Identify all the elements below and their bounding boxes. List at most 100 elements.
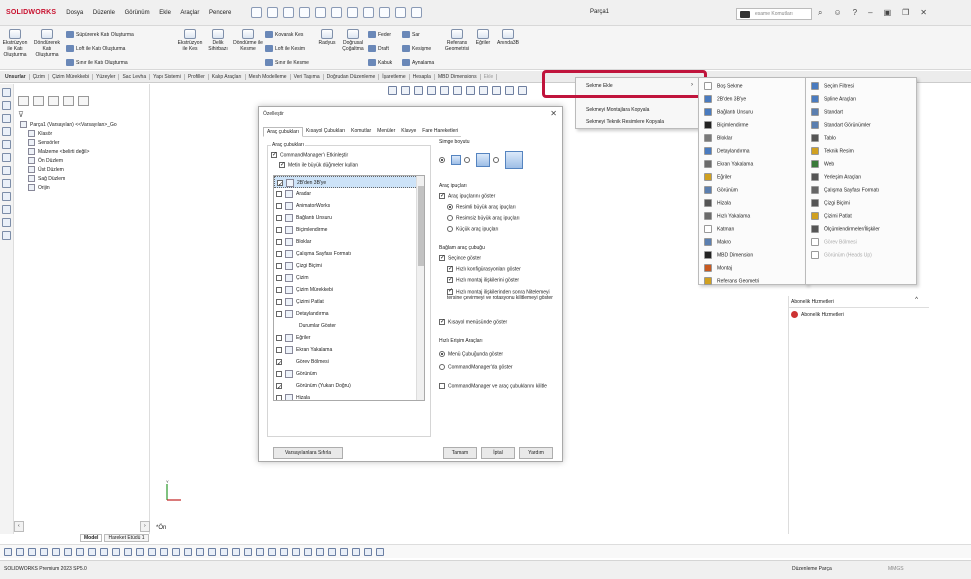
submenu-item[interactable]: Web bbox=[811, 160, 834, 168]
restore-icon[interactable]: ❐ bbox=[902, 8, 909, 18]
search-commands-input[interactable]: esame Komutları bbox=[736, 8, 812, 20]
submenu-item[interactable]: Makro bbox=[704, 238, 731, 246]
open-icon[interactable] bbox=[283, 7, 295, 18]
checkbox[interactable] bbox=[439, 192, 445, 199]
close-icon[interactable]: ✕ bbox=[920, 8, 927, 18]
help-button[interactable]: Yardım bbox=[519, 447, 553, 459]
submenu-item[interactable]: Standart bbox=[811, 108, 843, 116]
submenu-item[interactable]: Spline Araçları bbox=[811, 95, 856, 103]
sketch-tool-icon[interactable] bbox=[208, 547, 216, 556]
display-manager-icon[interactable] bbox=[78, 96, 89, 106]
tab-veri-tasima[interactable]: Veri Taşıma bbox=[291, 73, 324, 80]
tab-commands[interactable]: Komutlar bbox=[348, 127, 375, 137]
submenu-item[interactable]: Çalışma Sayfası Formatı bbox=[811, 186, 879, 194]
sketch-tool-icon[interactable] bbox=[364, 547, 372, 556]
toolbar-row[interactable]: Çizgi Biçimi bbox=[274, 260, 424, 272]
view-settings-icon[interactable] bbox=[505, 86, 514, 95]
view-orientation-icon[interactable] bbox=[440, 86, 449, 95]
tab-cizim-murekkebi[interactable]: Çizim Mürekkebi bbox=[49, 73, 94, 80]
sketch-tool-icon[interactable] bbox=[76, 547, 84, 556]
sketch-tool-icon[interactable] bbox=[304, 547, 312, 556]
scroll-thumb[interactable] bbox=[418, 186, 424, 266]
collapse-icon[interactable]: ^ bbox=[915, 297, 918, 303]
toolbar-row[interactable]: Görünüm (Yukarı Doğru) bbox=[274, 380, 424, 394]
submenu-item[interactable]: Seçim Filtresi bbox=[811, 82, 854, 90]
cancel-button[interactable]: İptal bbox=[481, 447, 515, 459]
submenu-item[interactable]: Katman bbox=[704, 225, 734, 233]
checkbox[interactable] bbox=[276, 238, 282, 245]
loft-cut-button[interactable]: Loft ile Kesim bbox=[265, 45, 305, 52]
sketch-tool-icon[interactable] bbox=[184, 547, 192, 556]
rib-button[interactable]: Feder bbox=[368, 31, 391, 38]
panel-icon[interactable] bbox=[2, 179, 11, 188]
menu-duzenle[interactable]: Düzenle bbox=[93, 10, 115, 16]
checkbox[interactable] bbox=[276, 214, 282, 221]
tree-item[interactable]: Ön Düzlem bbox=[20, 157, 149, 166]
tab-yapi-sistemi[interactable]: Yapı Sistemi bbox=[150, 73, 185, 80]
toolbar-row[interactable]: Çalışma Sayfası Formatı bbox=[274, 248, 424, 260]
radio[interactable] bbox=[447, 204, 453, 210]
submenu-item[interactable]: Standart Görünümler bbox=[811, 121, 871, 129]
tab-profiller[interactable]: Profiller bbox=[185, 73, 209, 80]
redo-icon[interactable] bbox=[347, 7, 359, 18]
tab-ekle[interactable]: Ekle bbox=[481, 73, 498, 80]
new-document-icon[interactable] bbox=[267, 7, 279, 18]
minimize-icon[interactable]: – bbox=[868, 8, 872, 18]
sketch-tool-icon[interactable] bbox=[268, 547, 276, 556]
sketch-tool-icon[interactable] bbox=[136, 547, 144, 556]
toolbar-row[interactable]: Çizimi Patlat bbox=[274, 296, 424, 308]
checkbox[interactable] bbox=[276, 382, 282, 394]
submenu-item[interactable]: Detaylandırma bbox=[704, 147, 750, 155]
large-buttons-checkbox[interactable]: Metin ile büyük düğmeler kullan bbox=[279, 161, 358, 168]
large-tooltips-noimg-radio[interactable]: Resimsiz büyük araç ipuçları bbox=[447, 215, 520, 221]
checkbox[interactable] bbox=[276, 250, 282, 257]
show-on-selection-checkbox[interactable]: Seçince göster bbox=[439, 254, 481, 261]
mates-transparency-checkbox[interactable]: Hızlı montaj ilişkilerinden sonra Nitele… bbox=[447, 288, 557, 301]
checkbox[interactable] bbox=[439, 254, 445, 261]
toolbar-row[interactable]: Biçimlendirme bbox=[274, 224, 424, 236]
display-style-icon[interactable] bbox=[453, 86, 462, 95]
sketch-tool-icon[interactable] bbox=[160, 547, 168, 556]
save-icon[interactable] bbox=[299, 7, 311, 18]
toolbar-row[interactable]: Bağlantı Unsuru bbox=[274, 212, 424, 224]
checkbox[interactable] bbox=[276, 274, 282, 281]
configuration-manager-icon[interactable] bbox=[48, 96, 59, 106]
menu-pencere[interactable]: Pencere bbox=[209, 10, 231, 16]
toolbar-row[interactable]: Ekran Yakalama bbox=[274, 344, 424, 356]
intersect-button[interactable]: Kesişme bbox=[402, 45, 431, 52]
toolbar-row[interactable]: Görünüm bbox=[274, 368, 424, 380]
revolve-cut-button[interactable]: Döndürme ile Kesme bbox=[233, 29, 263, 52]
ok-button[interactable]: Tamam bbox=[443, 447, 477, 459]
tab-mesh-modelleme[interactable]: Mesh Modelleme bbox=[246, 73, 291, 80]
draft-button[interactable]: Draft bbox=[368, 45, 389, 52]
toolbar-row[interactable]: Eğriler bbox=[274, 332, 424, 344]
submenu-item[interactable]: Hızlı Yakalama bbox=[704, 212, 750, 220]
large-tooltips-radio[interactable]: Resimli büyük araç ipuçları bbox=[447, 204, 516, 210]
tab-toolbars[interactable]: Araç çubukları bbox=[263, 127, 303, 137]
search-scope-icon[interactable] bbox=[740, 11, 750, 18]
tree-item[interactable]: Sensörler bbox=[20, 139, 149, 148]
rebuild-icon[interactable] bbox=[379, 7, 391, 18]
shell-button[interactable]: Kabuk bbox=[368, 59, 392, 66]
sketch-tool-icon[interactable] bbox=[340, 547, 348, 556]
toolbar-row[interactable]: AnimatorWorks bbox=[274, 200, 424, 212]
tab-sac-levha[interactable]: Sac Levha bbox=[119, 73, 151, 80]
submenu-item[interactable]: Bloklar bbox=[704, 134, 732, 142]
panel-icon[interactable] bbox=[2, 192, 11, 201]
unit-system-selector[interactable]: MMGS bbox=[888, 566, 904, 572]
checkbox[interactable] bbox=[276, 202, 282, 209]
boundary-cut-button[interactable]: Sınır ile Kesme bbox=[265, 59, 309, 66]
swept-cut-button[interactable]: Kovarak Kes bbox=[265, 31, 303, 38]
tree-root[interactable]: Parça1 (Varsayılan) <<Varsayılan>_Go bbox=[20, 121, 149, 130]
tree-item[interactable]: Üst Düzlem bbox=[20, 166, 149, 175]
edit-appearance-icon[interactable] bbox=[479, 86, 488, 95]
checkbox[interactable] bbox=[271, 151, 277, 158]
menu-copy-to-assemblies[interactable]: Sekmeyi Montajlara Kopyala bbox=[586, 107, 649, 113]
small-tooltips-radio[interactable]: Küçük araç ipuçları bbox=[447, 226, 499, 232]
sketch-tool-icon[interactable] bbox=[88, 547, 96, 556]
reset-defaults-button[interactable]: Varsayılanlara Sıfırla bbox=[273, 447, 343, 459]
icon-size-small-radio[interactable] bbox=[439, 157, 445, 163]
toolbar-row[interactable]: Hizala bbox=[274, 392, 424, 400]
toolbar-row[interactable]: Detaylandırma bbox=[274, 308, 424, 320]
submenu-item[interactable]: Biçimlendirme bbox=[704, 121, 748, 129]
